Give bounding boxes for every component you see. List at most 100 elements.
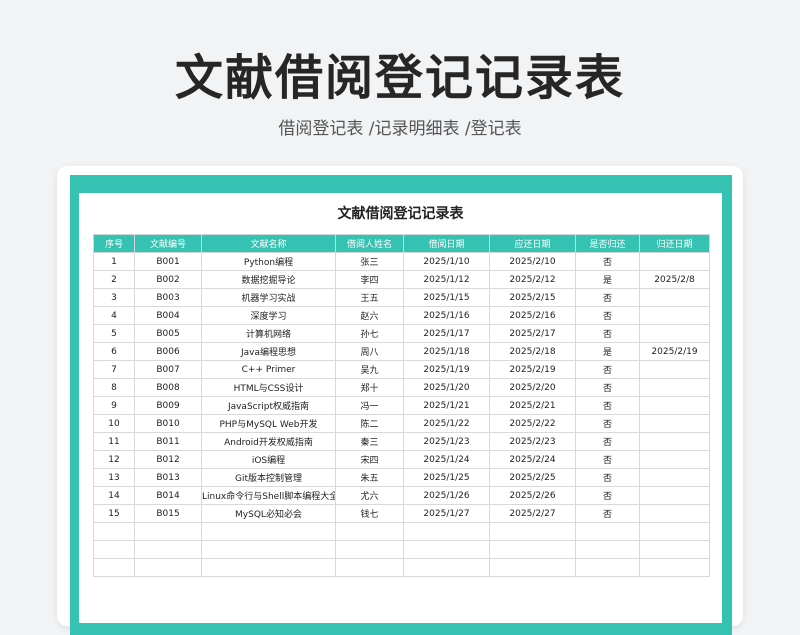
empty-table-row — [93, 522, 710, 541]
table-cell — [134, 522, 202, 541]
table-cell: 否 — [575, 504, 640, 523]
table-cell: 否 — [575, 378, 640, 397]
table-cell — [575, 558, 640, 577]
table-cell — [639, 324, 710, 343]
table-cell: 2025/2/16 — [489, 306, 576, 325]
table-cell: B002 — [134, 270, 202, 289]
table-cell — [639, 306, 710, 325]
table-cell: 2025/1/20 — [403, 378, 490, 397]
table-cell: B012 — [134, 450, 202, 469]
table-cell: 2025/1/23 — [403, 432, 490, 451]
table-cell: 否 — [575, 288, 640, 307]
table-cell — [489, 522, 576, 541]
table-cell: 计算机网络 — [201, 324, 336, 343]
table-cell: 2025/1/27 — [403, 504, 490, 523]
table-cell — [575, 522, 640, 541]
table-cell: 否 — [575, 360, 640, 379]
table-cell — [639, 504, 710, 523]
table-cell — [639, 288, 710, 307]
table-cell — [639, 378, 710, 397]
table-cell: Git版本控制管理 — [201, 468, 336, 487]
table-cell: 深度学习 — [201, 306, 336, 325]
table-cell: 否 — [575, 306, 640, 325]
table-cell: JavaScript权威指南 — [201, 396, 336, 415]
column-header: 是否归还 — [575, 234, 640, 253]
table-cell: B007 — [134, 360, 202, 379]
table-cell: 2025/2/25 — [489, 468, 576, 487]
table-row: 10 B010 PHP与MySQL Web开发 陈二 2025/1/22 2025/2/2… — [93, 414, 710, 433]
table-cell — [403, 522, 490, 541]
empty-table-row — [93, 540, 710, 559]
table-cell: 8 — [93, 378, 135, 397]
table-cell: B013 — [134, 468, 202, 487]
table-cell: 13 — [93, 468, 135, 487]
column-header: 借阅日期 — [403, 234, 490, 253]
table-row: 5 B005 计算机网络 孙七 2025/1/17 2025/2/17 否 — [93, 324, 710, 343]
table-row: 15 B015 MySQL必知必会 钱七 2025/1/27 2025/2/27 否 — [93, 504, 710, 523]
table-cell — [134, 540, 202, 559]
table-cell — [134, 558, 202, 577]
table-cell: 2025/1/25 — [403, 468, 490, 487]
table-cell — [639, 486, 710, 505]
table-cell: B011 — [134, 432, 202, 451]
table-cell: B010 — [134, 414, 202, 433]
table-cell: 2025/1/24 — [403, 450, 490, 469]
table-cell — [639, 432, 710, 451]
table-cell — [335, 540, 404, 559]
table-cell: 2025/1/16 — [403, 306, 490, 325]
table-cell: 2025/2/18 — [489, 342, 576, 361]
table-cell: 陈二 — [335, 414, 404, 433]
table-cell — [403, 540, 490, 559]
table-cell: B003 — [134, 288, 202, 307]
spreadsheet-sheet: 文献借阅登记记录表 序号 文献编号 文献名称 借阅人姓名 借阅日期 应还日期 是… — [79, 193, 722, 623]
table-cell: iOS编程 — [201, 450, 336, 469]
table-cell: 2025/2/19 — [639, 342, 710, 361]
table-cell: MySQL必知必会 — [201, 504, 336, 523]
table-cell — [93, 558, 135, 577]
table-cell: B004 — [134, 306, 202, 325]
table-row: 11 B011 Android开发权威指南 秦三 2025/1/23 2025/2/23 否 — [93, 432, 710, 451]
table-cell — [93, 540, 135, 559]
table-cell: 2025/1/19 — [403, 360, 490, 379]
table-cell — [93, 522, 135, 541]
table-row: 6 B006 Java编程思想 周八 2025/1/18 2025/2/18 是 2025/2… — [93, 342, 710, 361]
table-cell: B014 — [134, 486, 202, 505]
table-cell: 2025/2/10 — [489, 252, 576, 271]
table-cell: C++ Primer — [201, 360, 336, 379]
table-cell: 2025/2/23 — [489, 432, 576, 451]
table-cell — [639, 450, 710, 469]
table-cell: 否 — [575, 486, 640, 505]
table-cell: 9 — [93, 396, 135, 415]
table-cell — [639, 360, 710, 379]
borrow-record-table: 序号 文献编号 文献名称 借阅人姓名 借阅日期 应还日期 是否归还 归还日期 1… — [93, 234, 710, 577]
table-cell: 6 — [93, 342, 135, 361]
table-cell — [575, 540, 640, 559]
column-header: 归还日期 — [639, 234, 710, 253]
table-cell: 2025/2/15 — [489, 288, 576, 307]
table-cell: B001 — [134, 252, 202, 271]
table-row: 12 B012 iOS编程 宋四 2025/1/24 2025/2/24 否 — [93, 450, 710, 469]
table-cell: 2025/1/22 — [403, 414, 490, 433]
table-cell — [639, 522, 710, 541]
empty-table-row — [93, 558, 710, 577]
table-cell: 孙七 — [335, 324, 404, 343]
table-row: 1 B001 Python编程 张三 2025/1/10 2025/2/10 否 — [93, 252, 710, 271]
table-cell: 是 — [575, 342, 640, 361]
table-cell — [335, 522, 404, 541]
table-cell: B006 — [134, 342, 202, 361]
table-cell: 2025/2/20 — [489, 378, 576, 397]
table-row: 9 B009 JavaScript权威指南 冯一 2025/1/21 2025/2/21 否 — [93, 396, 710, 415]
table-cell: 11 — [93, 432, 135, 451]
table-cell: 12 — [93, 450, 135, 469]
table-body: 1 B001 Python编程 张三 2025/1/10 2025/2/10 否 2 B002 数… — [93, 252, 710, 577]
column-header: 借阅人姓名 — [335, 234, 404, 253]
table-cell — [335, 558, 404, 577]
table-cell: 朱五 — [335, 468, 404, 487]
table-cell: 2025/2/21 — [489, 396, 576, 415]
table-row: 3 B003 机器学习实战 王五 2025/1/15 2025/2/15 否 — [93, 288, 710, 307]
table-cell — [639, 414, 710, 433]
table-cell: 2025/1/26 — [403, 486, 490, 505]
table-cell — [639, 540, 710, 559]
table-cell: B015 — [134, 504, 202, 523]
table-cell — [639, 396, 710, 415]
